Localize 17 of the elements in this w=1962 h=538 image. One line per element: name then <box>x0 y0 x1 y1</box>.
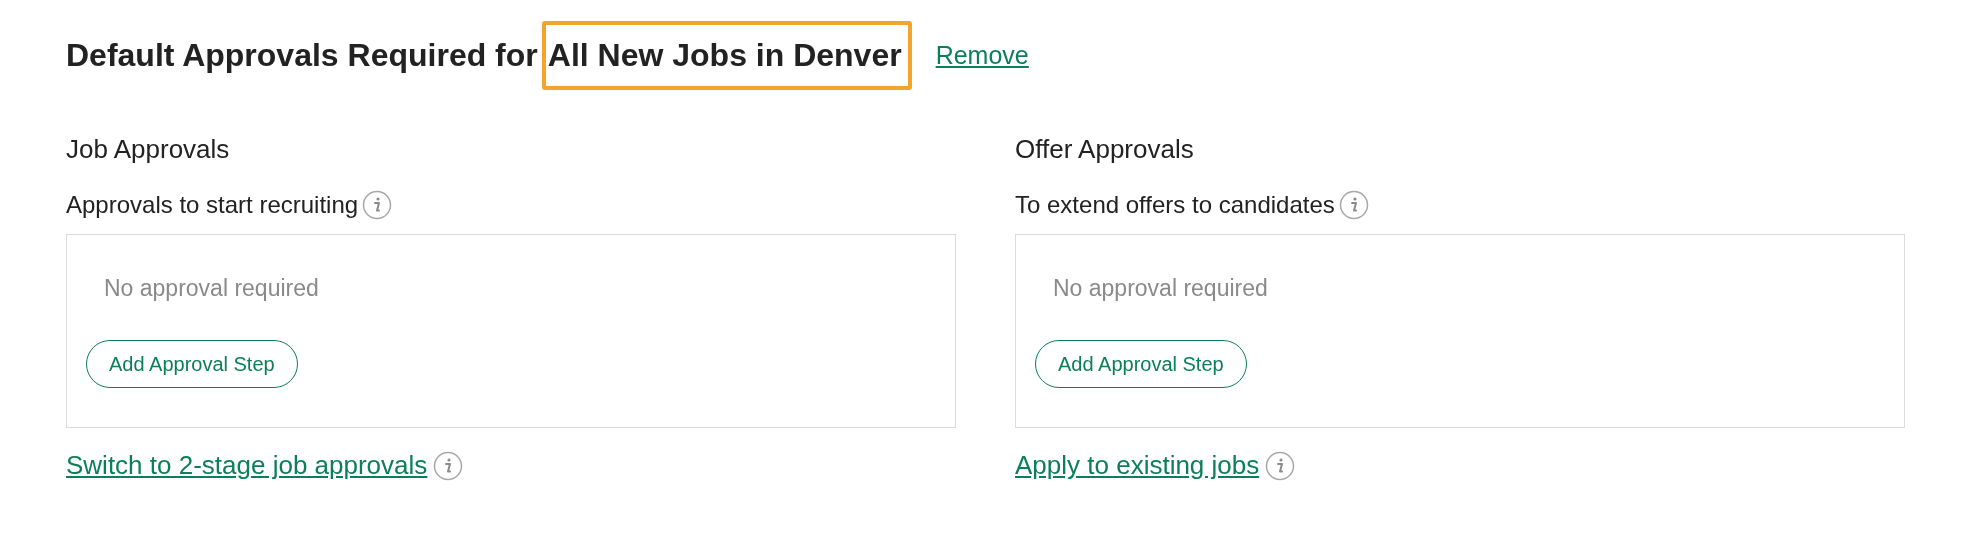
info-icon[interactable] <box>1338 190 1369 220</box>
page-heading: Default Approvals Required for All New Jobs in Denver <box>66 21 912 90</box>
action-link[interactable]: Switch to 2-stage job approvals <box>66 450 428 481</box>
info-icon[interactable] <box>433 450 464 481</box>
section-title: Job Approvals <box>66 134 231 166</box>
add-approval-step-button[interactable]: Add Approval Step <box>1035 340 1247 388</box>
empty-message: No approval required <box>1053 275 1269 302</box>
empty-message: No approval required <box>104 275 320 302</box>
section-title: Offer Approvals <box>1015 134 1195 166</box>
section-subtitle: Approvals to start recruiting <box>66 191 359 219</box>
remove-link[interactable]: Remove <box>935 41 1029 70</box>
info-icon[interactable] <box>1265 450 1296 481</box>
action-link[interactable]: Apply to existing jobs <box>1015 450 1260 481</box>
highlighted-location: All New Jobs in Denver <box>541 21 912 90</box>
section-subtitle: To extend offers to candidates <box>1015 191 1335 219</box>
info-icon[interactable] <box>362 190 393 220</box>
add-approval-step-button[interactable]: Add Approval Step <box>86 340 298 388</box>
